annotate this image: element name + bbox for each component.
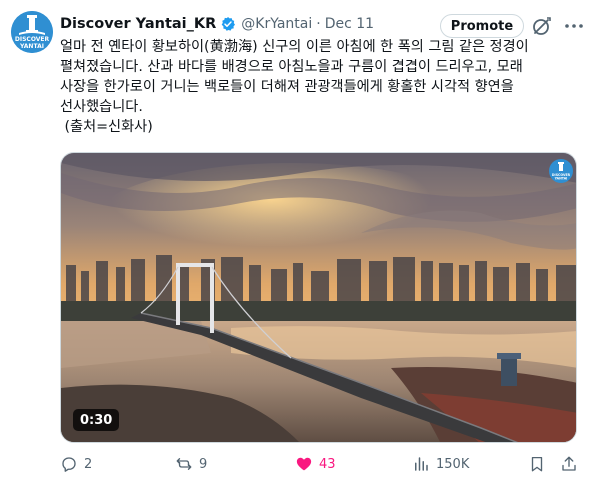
bookmark-icon [531,456,543,472]
video-thumbnail [61,153,576,442]
reply-icon [62,457,76,472]
reply-button[interactable]: 2 [60,452,92,476]
more-options-button[interactable] [563,15,585,37]
views-button[interactable]: 150K [412,452,469,476]
bookmark-button[interactable] [528,452,546,476]
tweet-date[interactable]: Dec 11 [325,16,374,32]
tweet-actions-bar: 2 9 43 150K [0,452,614,476]
avatar-brand-line1: DISCOVER [14,36,50,43]
tweet-text: 얼마 전 옌타이 황보하이(黄渤海) 신구의 이른 아침에 한 폭의 그림 같은… [60,37,580,137]
heart-filled-icon [296,457,312,471]
grok-icon [533,17,551,35]
promote-button[interactable]: Promote [440,14,524,38]
view-count: 150K [436,456,470,472]
video-player[interactable]: DISCOVER YANTAI 0:30 [60,152,577,443]
verified-badge-icon [221,17,236,31]
tweet-card[interactable]: DISCOVER YANTAI Discover Yantai_KR @KrYa… [0,0,614,493]
more-dots-icon [565,24,583,28]
like-count: 43 [319,456,336,472]
analytics-bars-icon [415,457,428,471]
repost-count: 9 [199,456,208,472]
author-handle[interactable]: @KrYantai [241,16,312,32]
avatar[interactable]: DISCOVER YANTAI [11,11,53,53]
tweet-text-line: 얼마 전 옌타이 황보하이(黄渤海) 신구의 이른 아침에 한 폭의 그림 같은… [60,39,529,55]
tweet-text-source: (출처=신화사) [60,119,153,135]
reply-count: 2 [84,456,93,472]
watermark-line2: YANTAI [554,177,568,181]
share-upload-icon [562,456,576,471]
header-separator: · [316,16,321,32]
avatar-brand-line2: YANTAI [20,43,44,50]
author-display-name[interactable]: Discover Yantai_KR [60,16,216,32]
like-button[interactable]: 43 [295,452,336,476]
repost-icon [176,458,192,470]
share-button[interactable] [560,452,578,476]
grok-button[interactable] [531,15,553,37]
video-duration-badge: 0:30 [73,409,120,431]
tweet-text-line: 사장을 한가로이 거니는 백로들이 더해져 관광객들에게 황홀한 시각적 향연을 [60,79,514,95]
tweet-header: Discover Yantai_KR @KrYantai · Dec 11 [60,14,374,34]
repost-button[interactable]: 9 [175,452,207,476]
tweet-text-line: 펼쳐졌습니다. 산과 바다를 배경으로 아침노을과 구름이 겹겹이 드리우고, … [60,59,523,75]
discover-yantai-watermark-icon: DISCOVER YANTAI [549,159,573,183]
tweet-text-line: 선사했습니다. [60,99,143,115]
